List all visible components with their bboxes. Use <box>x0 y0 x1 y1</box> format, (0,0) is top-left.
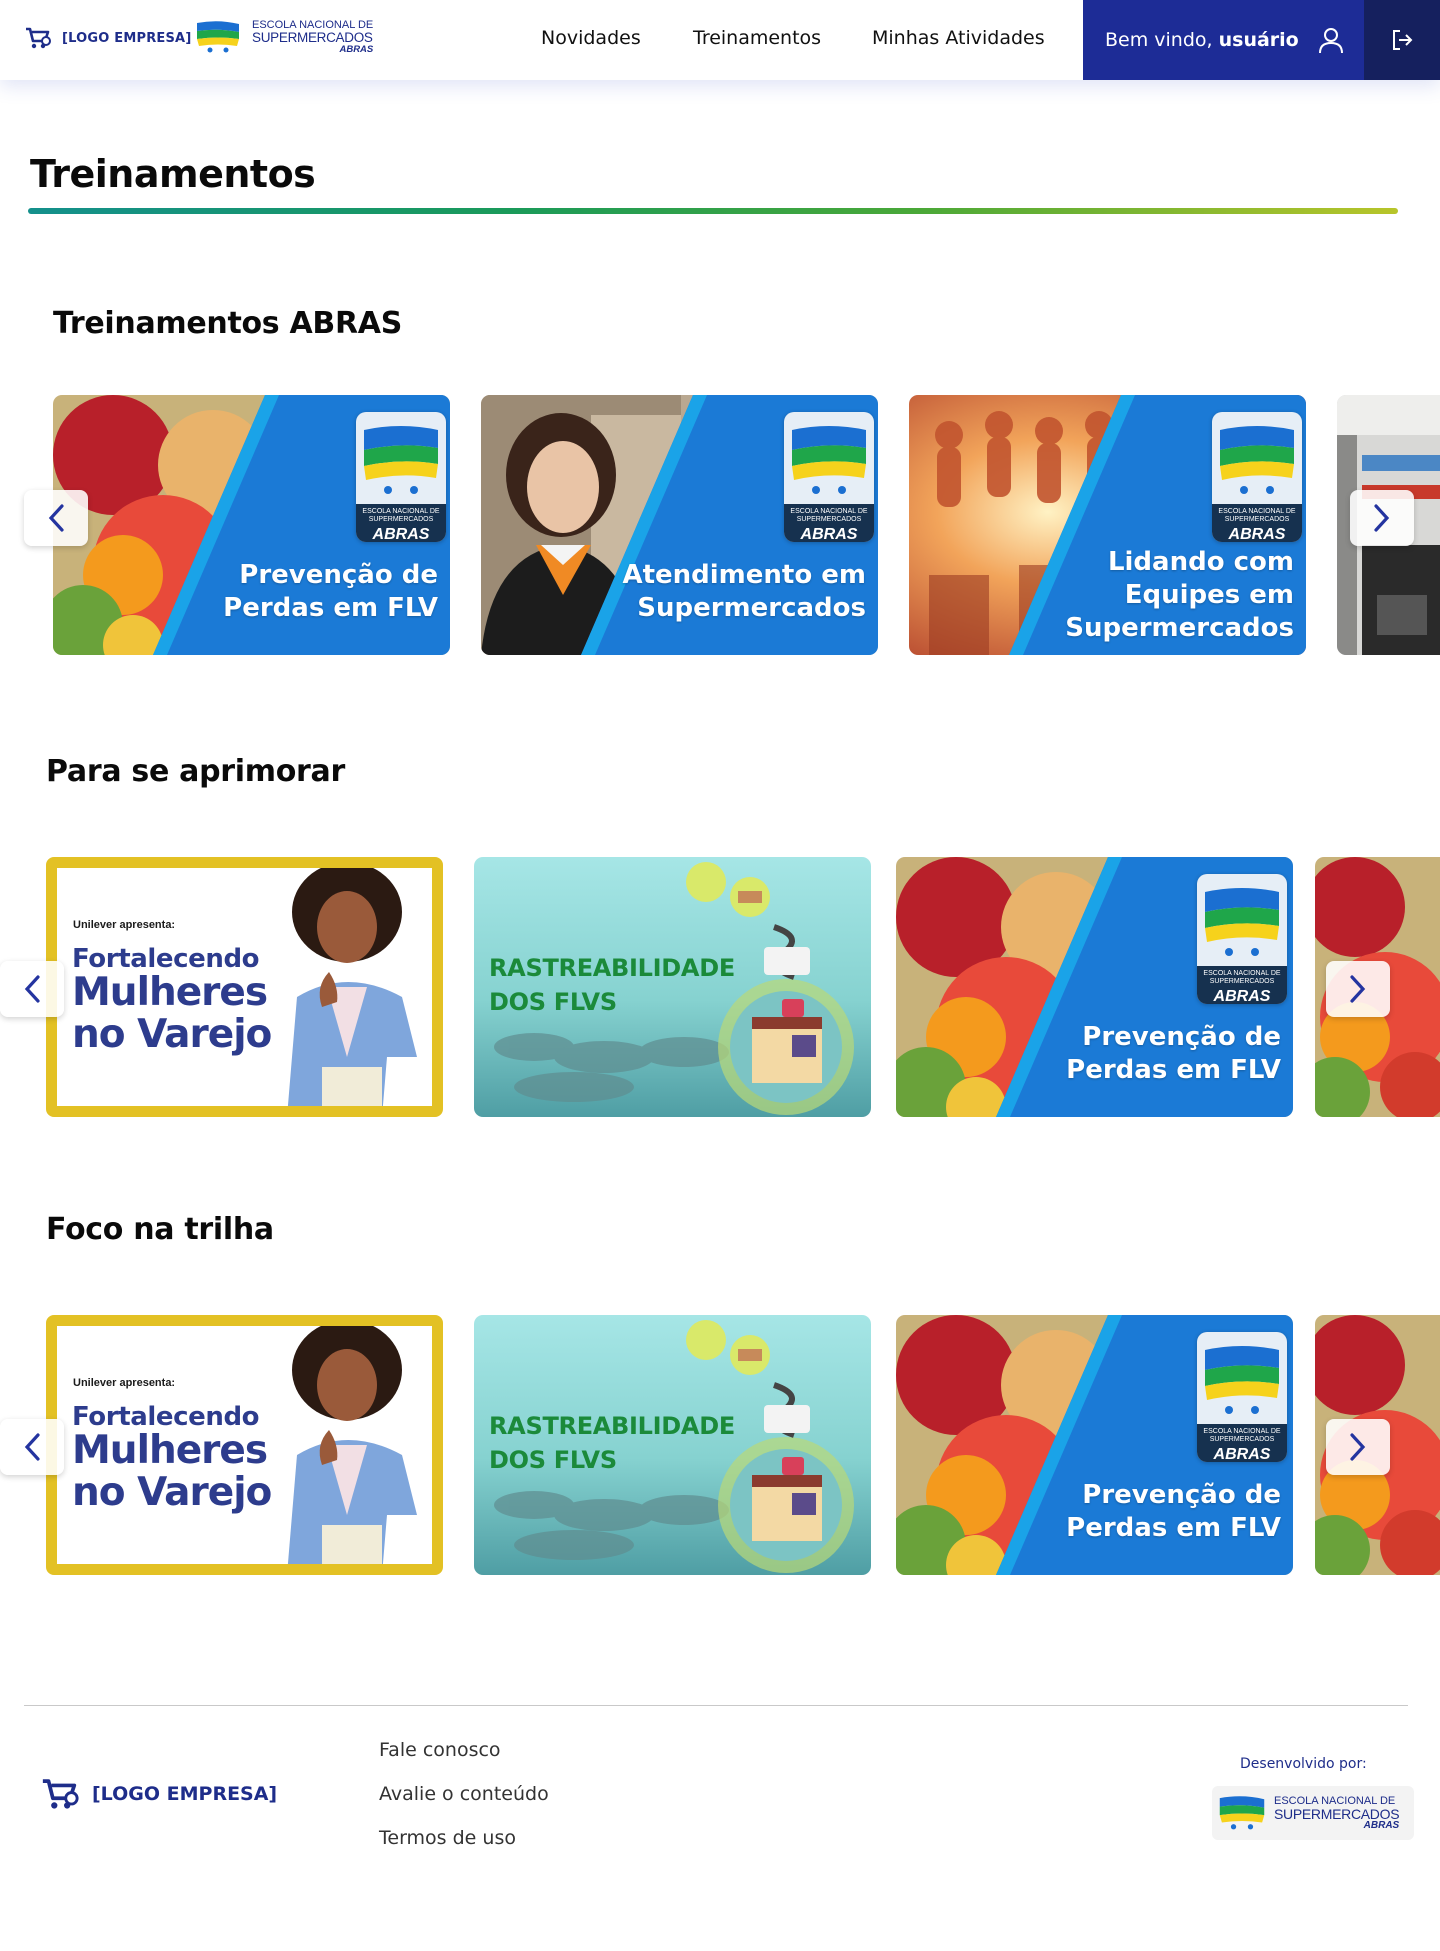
badge-line3: ABRAS <box>1213 1446 1271 1463</box>
footer-school-text: ESCOLA NACIONAL DE SUPERMERCADOS ABRAS <box>1274 1794 1400 1831</box>
badge-line3: ABRAS <box>800 526 858 543</box>
developed-by-label: Desenvolvido por: <box>1240 1756 1367 1772</box>
badge-line3: ABRAS <box>1228 526 1286 543</box>
course-card[interactable]: ESCOLA NACIONAL DE SUPERMERCADOS ABRAS P… <box>896 1315 1293 1575</box>
woman-illustration <box>287 868 417 1106</box>
badge-line1: ESCOLA NACIONAL DE <box>1203 1428 1281 1435</box>
cart-icon <box>42 1779 79 1809</box>
badge-line2: SUPERMERCADOS <box>1209 978 1275 985</box>
footer-divider <box>24 1705 1408 1706</box>
badge-line2: SUPERMERCADOS <box>368 516 434 523</box>
school-flag-icon <box>1205 888 1279 956</box>
school-flag-icon <box>364 426 438 494</box>
course-card[interactable]: ESCOLA NACIONAL DE SUPERMERCADOS ABRAS L… <box>909 395 1306 655</box>
school-logo-line3: ABRAS <box>1363 1819 1400 1831</box>
chevron-left-icon <box>24 975 40 1003</box>
badge-line2: SUPERMERCADOS <box>796 516 862 523</box>
section-title: Para se aprimorar <box>46 754 345 789</box>
school-flag-icon <box>1220 426 1294 494</box>
badge-line3: ABRAS <box>1213 988 1271 1005</box>
chevron-left-icon <box>24 1433 40 1461</box>
logout-button[interactable] <box>1364 0 1440 80</box>
footer-link-rate-content[interactable]: Avalie o conteúdo <box>379 1783 549 1805</box>
card-intro: Unilever apresenta: <box>73 919 176 931</box>
card-title: RASTREABILIDADE DOS FLVS <box>489 954 735 1016</box>
title-underline <box>28 208 1398 214</box>
footer-link-terms[interactable]: Termos de uso <box>379 1827 516 1849</box>
woman-illustration <box>287 1326 417 1564</box>
welcome-text: Bem vindo, <box>1105 29 1219 51</box>
course-card[interactable]: ESCOLA NACIONAL DE SUPERMERCADOS ABRAS A… <box>481 395 878 655</box>
abras-badge: ESCOLA NACIONAL DE SUPERMERCADOS ABRAS <box>1212 412 1302 542</box>
card-title: Prevenção de Perdas em FLV <box>1066 1480 1281 1543</box>
card-title: Atendimento em Supermercados <box>622 560 866 623</box>
nav-novidades[interactable]: Novidades <box>541 27 641 49</box>
company-logo-text: [LOGO EMPRESA] <box>62 30 192 46</box>
card-title-line2: Mulheres no Varejo <box>72 1428 272 1515</box>
footer-school-logo[interactable]: ESCOLA NACIONAL DE SUPERMERCADOS ABRAS <box>1212 1786 1414 1840</box>
nav-minhas-atividades[interactable]: Minhas Atividades <box>872 27 1045 49</box>
badge-line1: ESCOLA NACIONAL DE <box>1218 508 1296 515</box>
school-logo-line2: SUPERMERCADOS <box>1274 1805 1400 1822</box>
school-logo[interactable]: ESCOLA NACIONAL DE SUPERMERCADOS ABRAS <box>196 20 373 54</box>
abras-badge: ESCOLA NACIONAL DE SUPERMERCADOS ABRAS <box>356 412 446 542</box>
chevron-right-icon <box>1350 975 1366 1003</box>
cart-icon <box>26 27 51 49</box>
section-title: Foco na trilha <box>46 1212 274 1247</box>
company-logo[interactable]: [LOGO EMPRESA] <box>24 26 191 50</box>
logout-icon <box>1393 30 1413 50</box>
footer-logo-text: [LOGO EMPRESA] <box>92 1783 278 1805</box>
carousel-prev-button[interactable] <box>0 961 64 1017</box>
chevron-right-icon <box>1350 1433 1366 1461</box>
footer-link-contact[interactable]: Fale conosco <box>379 1739 501 1761</box>
school-flag-icon <box>792 426 866 494</box>
abras-badge: ESCOLA NACIONAL DE SUPERMERCADOS ABRAS <box>1197 874 1287 1004</box>
card-title: Prevenção de Perdas em FLV <box>1066 1022 1281 1085</box>
top-header: [LOGO EMPRESA] ESCOLA NACIONAL DE SUPERM… <box>0 0 1440 80</box>
school-flag-icon <box>1205 1346 1279 1414</box>
carousel-next-button[interactable] <box>1326 961 1390 1017</box>
chevron-right-icon <box>1374 504 1390 532</box>
course-card[interactable]: RASTREABILIDADE DOS FLVS <box>474 857 871 1117</box>
badge-line2: SUPERMERCADOS <box>1209 1436 1275 1443</box>
badge-line3: ABRAS <box>372 526 430 543</box>
user-icon <box>1319 28 1343 54</box>
nav-treinamentos[interactable]: Treinamentos <box>693 27 821 49</box>
badge-line1: ESCOLA NACIONAL DE <box>790 508 868 515</box>
course-card[interactable]: ESCOLA NACIONAL DE SUPERMERCADOS ABRAS P… <box>53 395 450 655</box>
badge-line1: ESCOLA NACIONAL DE <box>1203 970 1281 977</box>
course-card[interactable]: Unilever apresenta: Fortalecendo Mulhere… <box>46 1315 443 1575</box>
carousel-prev-button[interactable] <box>24 490 88 546</box>
course-card[interactable]: Unilever apresenta: Fortalecendo Mulhere… <box>46 857 443 1117</box>
school-flag-icon <box>1219 1796 1265 1830</box>
badge-line1: ESCOLA NACIONAL DE <box>362 508 440 515</box>
welcome-user-button[interactable]: Bem vindo, usuário <box>1083 0 1364 80</box>
abras-badge: ESCOLA NACIONAL DE SUPERMERCADOS ABRAS <box>1197 1332 1287 1462</box>
section-title: Treinamentos ABRAS <box>53 306 403 341</box>
card-intro: Unilever apresenta: <box>73 1377 176 1389</box>
course-card[interactable]: ESCOLA NACIONAL DE SUPERMERCADOS ABRAS P… <box>896 857 1293 1117</box>
card-title-line2: Mulheres no Varejo <box>72 970 272 1057</box>
badge-line2: SUPERMERCADOS <box>1224 516 1290 523</box>
footer-company-logo[interactable]: [LOGO EMPRESA] <box>40 1776 277 1812</box>
card-title: RASTREABILIDADE DOS FLVS <box>489 1412 735 1474</box>
carousel-next-button[interactable] <box>1326 1419 1390 1475</box>
chevron-left-icon <box>48 504 64 532</box>
school-flag-icon <box>197 21 239 53</box>
school-logo-line2: SUPERMERCADOS <box>252 30 373 45</box>
card-title: Lidando com Equipes em Supermercados <box>1065 547 1294 643</box>
carousel-next-button[interactable] <box>1350 490 1414 546</box>
course-card[interactable]: RASTREABILIDADE DOS FLVS <box>474 1315 871 1575</box>
page-title: Treinamentos <box>30 152 316 196</box>
abras-badge: ESCOLA NACIONAL DE SUPERMERCADOS ABRAS <box>784 412 874 542</box>
school-logo-text: ESCOLA NACIONAL DE SUPERMERCADOS ABRAS <box>252 20 373 54</box>
card-title: Prevenção de Perdas em FLV <box>223 560 438 623</box>
username: usuário <box>1218 29 1299 51</box>
school-logo-line1: ESCOLA NACIONAL DE <box>1274 1794 1396 1807</box>
carousel-prev-button[interactable] <box>0 1419 64 1475</box>
school-logo-line3: ABRAS <box>339 43 374 55</box>
